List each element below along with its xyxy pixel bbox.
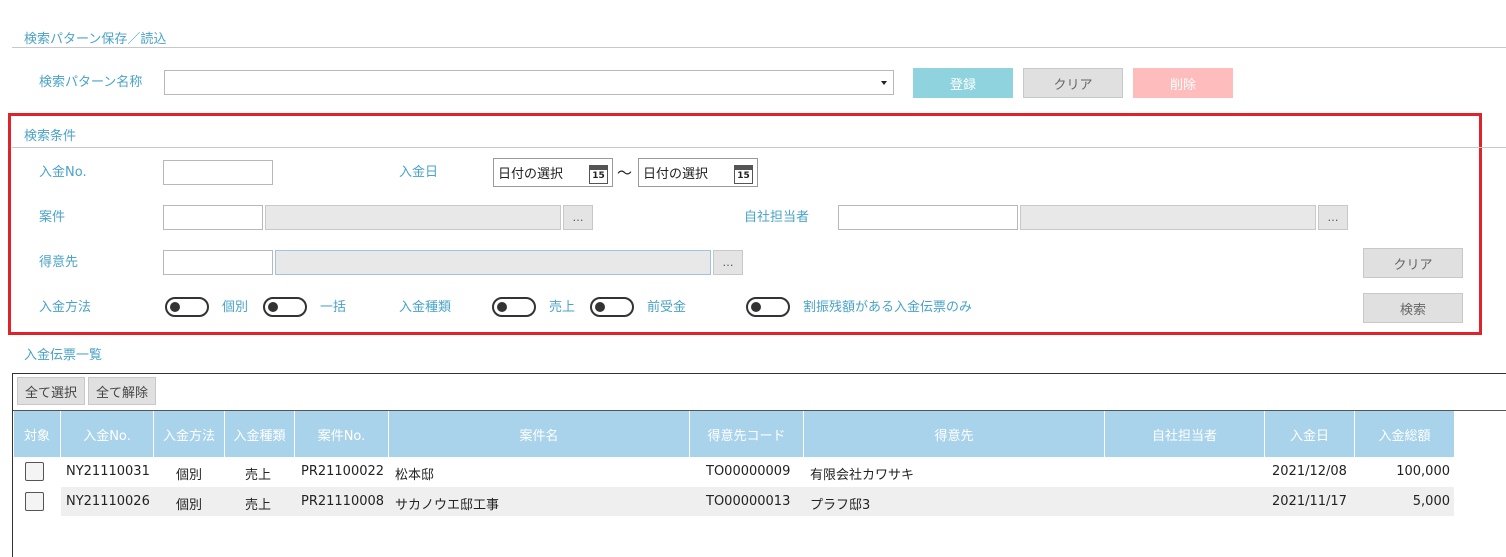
method-individual-label: 個別 bbox=[222, 300, 249, 315]
own-staff-name-display bbox=[1020, 205, 1316, 230]
remaining-only-toggle[interactable] bbox=[746, 297, 790, 317]
type-advance-label: 前受金 bbox=[647, 300, 687, 315]
row-checkbox[interactable] bbox=[25, 462, 44, 481]
cell-type: 売上 bbox=[245, 468, 272, 483]
type-sales-label: 売上 bbox=[549, 300, 576, 315]
search-clear-button[interactable]: クリア bbox=[1363, 248, 1463, 278]
cell-payment-no: NY21110031 bbox=[66, 464, 150, 479]
cell-project-no: PR21110008 bbox=[301, 494, 385, 509]
payment-no-input[interactable] bbox=[163, 160, 273, 185]
column-header[interactable]: 入金種類 bbox=[225, 411, 295, 457]
customer-label: 得意先 bbox=[39, 255, 79, 270]
column-header[interactable]: 入金総額 bbox=[1355, 411, 1455, 457]
own-staff-label: 自社担当者 bbox=[744, 210, 810, 225]
deselect-all-button[interactable]: 全て解除 bbox=[88, 377, 156, 405]
type-advance-toggle[interactable] bbox=[590, 297, 634, 317]
own-staff-code-input[interactable] bbox=[838, 205, 1018, 230]
register-button[interactable]: 登録 bbox=[913, 68, 1013, 98]
method-bulk-toggle[interactable] bbox=[263, 297, 307, 317]
column-header[interactable]: 案件No. bbox=[295, 411, 389, 457]
divider bbox=[12, 47, 1506, 48]
cell-date: 2021/11/17 bbox=[1272, 494, 1347, 509]
calendar-icon[interactable]: 15 bbox=[734, 165, 753, 184]
select-all-button[interactable]: 全て選択 bbox=[17, 377, 85, 405]
project-label: 案件 bbox=[39, 210, 66, 225]
project-lookup-button[interactable]: … bbox=[563, 205, 593, 230]
project-name-display bbox=[265, 205, 561, 230]
cell-type: 売上 bbox=[245, 498, 272, 513]
customer-code-input[interactable] bbox=[163, 250, 273, 275]
search-section-title: 検索条件 bbox=[24, 129, 77, 144]
cell-amount: 100,000 bbox=[1396, 464, 1450, 479]
cell-payment-no: NY21110026 bbox=[66, 494, 150, 509]
cell-customer-code: TO00000009 bbox=[706, 464, 791, 479]
calendar-icon[interactable]: 15 bbox=[589, 165, 608, 184]
remaining-only-label: 割振残額がある入金伝票のみ bbox=[803, 300, 973, 315]
column-header[interactable]: 自社担当者 bbox=[1105, 411, 1265, 457]
method-individual-toggle[interactable] bbox=[165, 297, 209, 317]
type-label: 入金種類 bbox=[399, 300, 452, 315]
type-sales-toggle[interactable] bbox=[492, 297, 536, 317]
cell-method: 個別 bbox=[176, 468, 203, 483]
table-header: 対象 入金No. 入金方法 入金種類 案件No. 案件名 得意先コード 得意先 … bbox=[14, 411, 1455, 457]
cell-project-name: 松本邸 bbox=[395, 468, 435, 483]
search-button[interactable]: 検索 bbox=[1363, 293, 1463, 323]
date-from-placeholder: 日付の選択 bbox=[498, 167, 564, 182]
cell-customer-code: TO00000013 bbox=[706, 494, 791, 509]
column-header[interactable]: 得意先コード bbox=[690, 411, 804, 457]
cell-amount: 5,000 bbox=[1412, 494, 1450, 509]
payment-date-label: 入金日 bbox=[399, 165, 439, 180]
column-header[interactable]: 入金方法 bbox=[154, 411, 225, 457]
method-label: 入金方法 bbox=[39, 300, 92, 315]
pattern-clear-button[interactable]: クリア bbox=[1023, 68, 1123, 98]
column-header[interactable]: 入金No. bbox=[61, 411, 154, 457]
column-header[interactable]: 対象 bbox=[14, 411, 61, 457]
pattern-section-title: 検索パターン保存／読込 bbox=[24, 32, 167, 47]
pattern-name-label: 検索パターン名称 bbox=[39, 75, 143, 90]
cell-customer: 有限会社カワサキ bbox=[810, 468, 915, 483]
date-from-picker[interactable]: 日付の選択 15 bbox=[493, 158, 613, 187]
divider bbox=[12, 147, 1506, 148]
customer-name-display bbox=[275, 250, 711, 275]
delete-button[interactable]: 削除 bbox=[1133, 68, 1233, 98]
customer-lookup-button[interactable]: … bbox=[713, 250, 743, 275]
cell-date: 2021/12/08 bbox=[1272, 464, 1347, 479]
chevron-down-icon bbox=[881, 81, 887, 85]
cell-project-name: サカノウエ邸工事 bbox=[395, 498, 500, 513]
method-bulk-label: 一括 bbox=[320, 300, 347, 315]
cell-customer: プラフ邸3 bbox=[810, 498, 871, 513]
table-row[interactable]: NY21110031 個別 売上 PR21100022 松本邸 TO000000… bbox=[14, 457, 1454, 487]
cell-project-no: PR21100022 bbox=[301, 464, 385, 479]
row-checkbox[interactable] bbox=[25, 492, 44, 511]
project-code-input[interactable] bbox=[163, 205, 263, 230]
table-row[interactable]: NY21110026 個別 売上 PR21110008 サカノウエ邸工事 TO0… bbox=[14, 487, 1454, 516]
column-header[interactable]: 得意先 bbox=[804, 411, 1105, 457]
date-range-separator: ～ bbox=[617, 164, 633, 182]
date-to-picker[interactable]: 日付の選択 15 bbox=[638, 158, 758, 187]
pattern-name-select[interactable] bbox=[164, 70, 894, 95]
list-section-title: 入金伝票一覧 bbox=[24, 348, 103, 363]
payment-no-label: 入金No. bbox=[39, 165, 87, 180]
own-staff-lookup-button[interactable]: … bbox=[1318, 205, 1348, 230]
column-header[interactable]: 案件名 bbox=[389, 411, 690, 457]
column-header[interactable]: 入金日 bbox=[1265, 411, 1355, 457]
date-to-placeholder: 日付の選択 bbox=[643, 167, 709, 182]
cell-method: 個別 bbox=[176, 498, 203, 513]
